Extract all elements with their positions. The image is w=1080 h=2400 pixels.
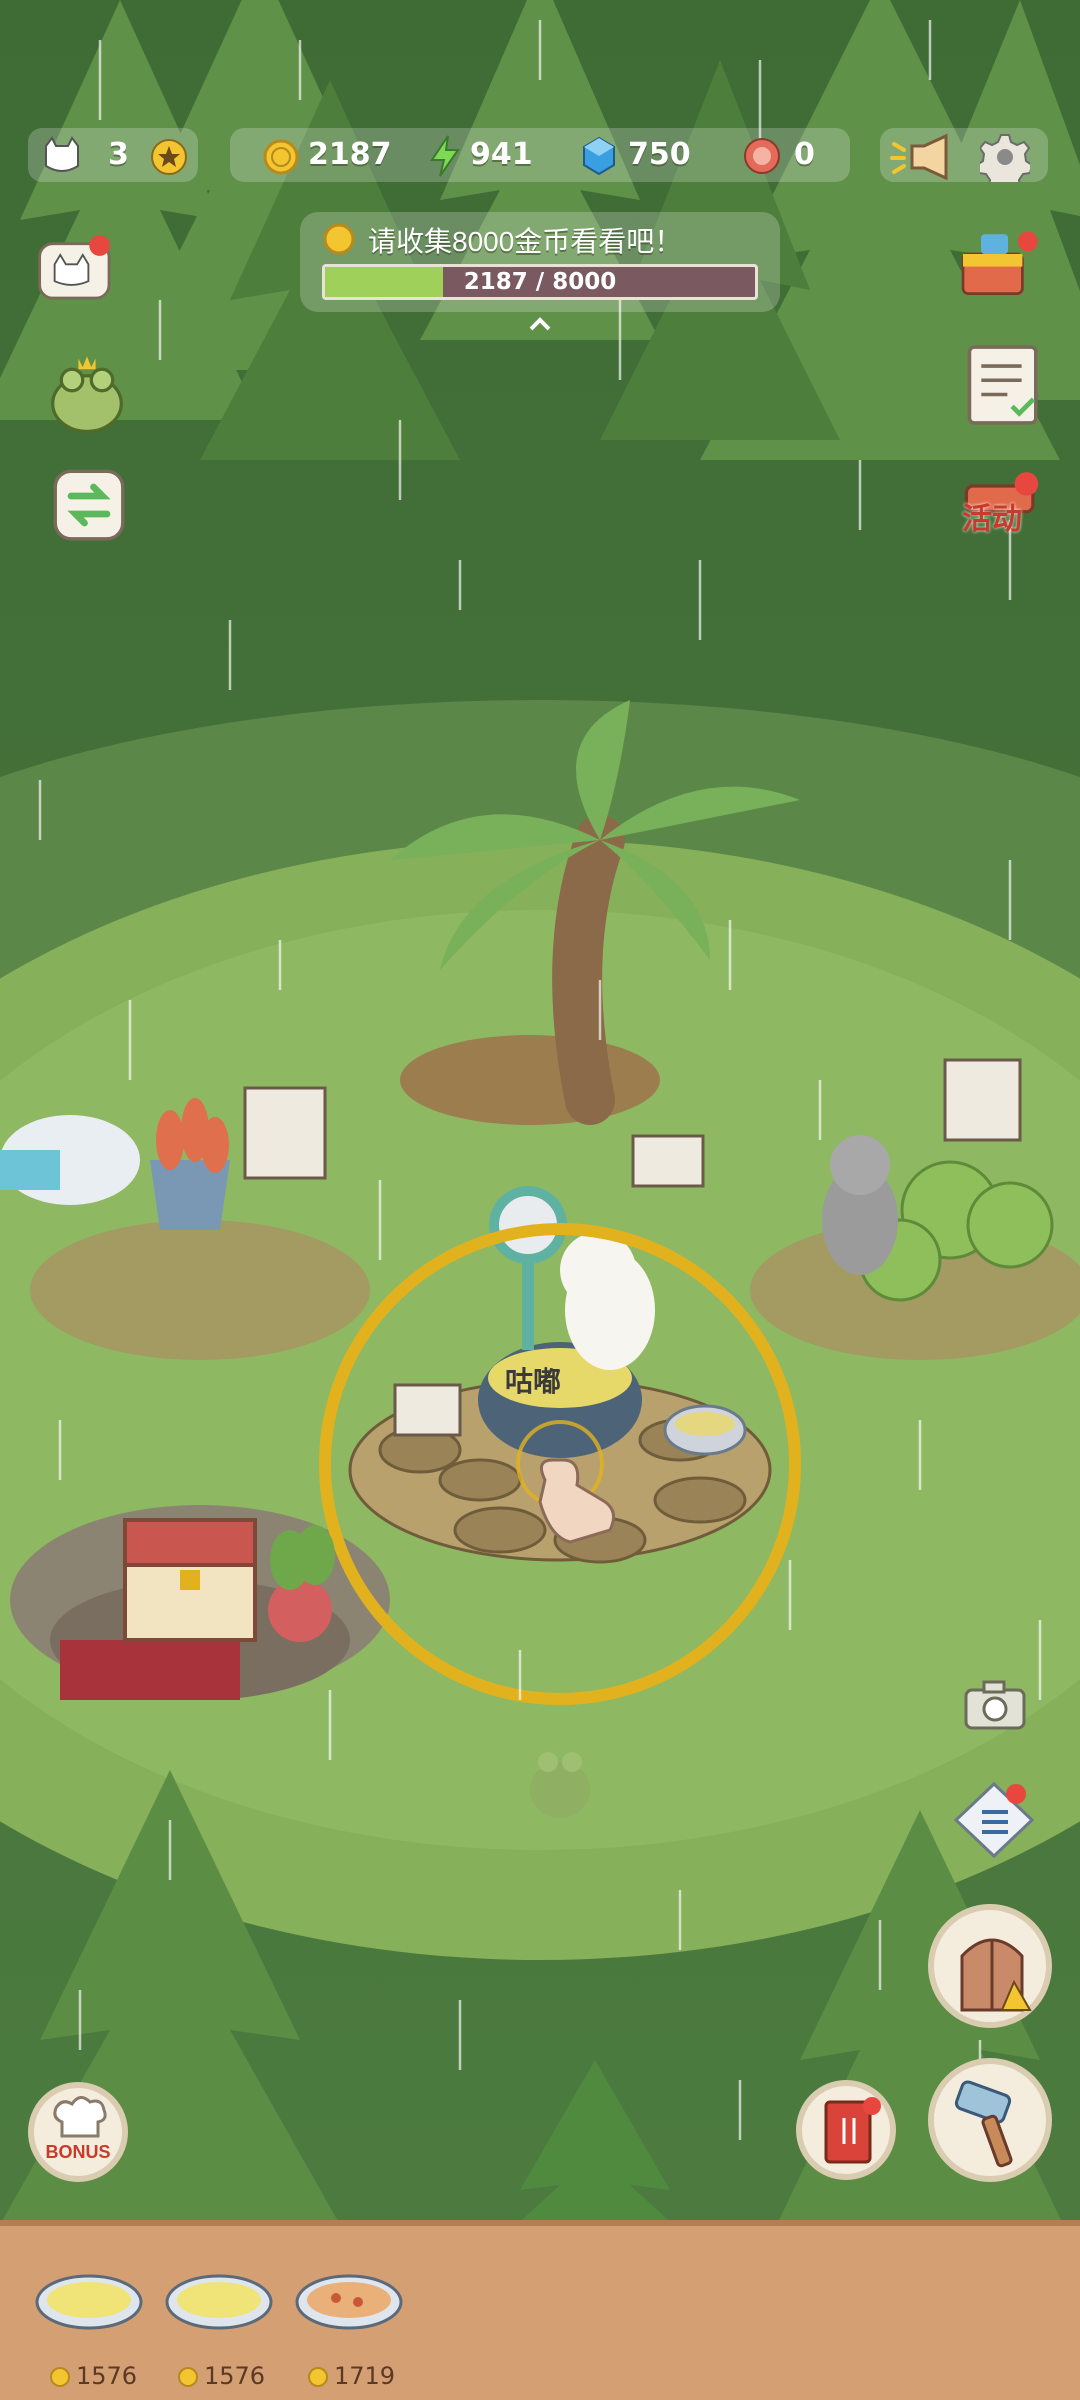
notes-icon[interactable] xyxy=(960,340,1050,430)
chat-cat-icon[interactable] xyxy=(34,224,124,314)
lightning-icon[interactable] xyxy=(428,134,462,178)
ticket-icon[interactable] xyxy=(742,136,782,176)
food-bowl-2[interactable] xyxy=(164,2272,274,2342)
recipe-button[interactable] xyxy=(796,2080,896,2180)
coin-count: 2187 xyxy=(308,137,392,172)
build-button[interactable] xyxy=(928,2058,1052,2182)
bonus-label: BONUS xyxy=(45,2142,111,2162)
hammer-icon xyxy=(954,2080,1013,2168)
event-label[interactable]: 活动 xyxy=(962,494,1022,538)
exchange-icon[interactable] xyxy=(44,460,134,550)
price-value: 1576 xyxy=(204,2362,266,2390)
food-bowl-3[interactable] xyxy=(294,2272,404,2342)
announcement-icon[interactable] xyxy=(888,130,960,182)
bonus-button[interactable]: BONUS xyxy=(28,2082,128,2182)
quest-progress-bar: 2187 / 8000 xyxy=(322,264,758,300)
coin-icon xyxy=(308,2367,328,2387)
food-price-3: 1719 xyxy=(308,2362,395,2390)
ticket-count: 0 xyxy=(794,137,815,172)
cat-icon xyxy=(45,136,79,172)
gift-shop-icon[interactable] xyxy=(954,218,1044,308)
gem-count: 750 xyxy=(628,137,691,172)
quest-progress-text: 2187 / 8000 xyxy=(463,269,617,295)
gear-icon[interactable] xyxy=(980,132,1030,182)
coin-icon xyxy=(323,223,355,255)
food-tray xyxy=(0,2220,1080,2400)
food-price-1: 1576 xyxy=(50,2362,137,2390)
price-value: 1576 xyxy=(76,2362,138,2390)
coin-icon xyxy=(178,2367,198,2387)
recipe-book-icon xyxy=(824,2097,881,2164)
chevron-up-icon[interactable] xyxy=(528,316,552,332)
coin-icon xyxy=(50,2367,70,2387)
gem-icon[interactable] xyxy=(580,136,618,176)
star-icon[interactable] xyxy=(150,138,188,176)
game-scene[interactable] xyxy=(0,0,1080,2400)
food-price-2: 1576 xyxy=(178,2362,265,2390)
price-value: 1719 xyxy=(334,2362,396,2390)
energy-count: 941 xyxy=(470,137,533,172)
frog-icon[interactable] xyxy=(42,350,132,440)
quest-banner[interactable]: 请收集8000金币看看吧！ 2187 / 8000 xyxy=(300,212,780,312)
food-bowl-1[interactable] xyxy=(34,2272,144,2342)
pot-speech-text: 咕嘟 xyxy=(505,1366,562,1397)
chef-hat-icon xyxy=(53,2096,107,2138)
door-icon xyxy=(960,1938,1032,2012)
cat-count: 3 xyxy=(108,137,129,172)
coin-icon[interactable] xyxy=(262,138,300,176)
door-button[interactable] xyxy=(928,1904,1052,2028)
task-list-icon[interactable] xyxy=(952,1780,1038,1860)
camera-icon[interactable] xyxy=(962,1680,1028,1732)
quest-title: 请收集8000金币看看吧！ xyxy=(368,226,683,257)
